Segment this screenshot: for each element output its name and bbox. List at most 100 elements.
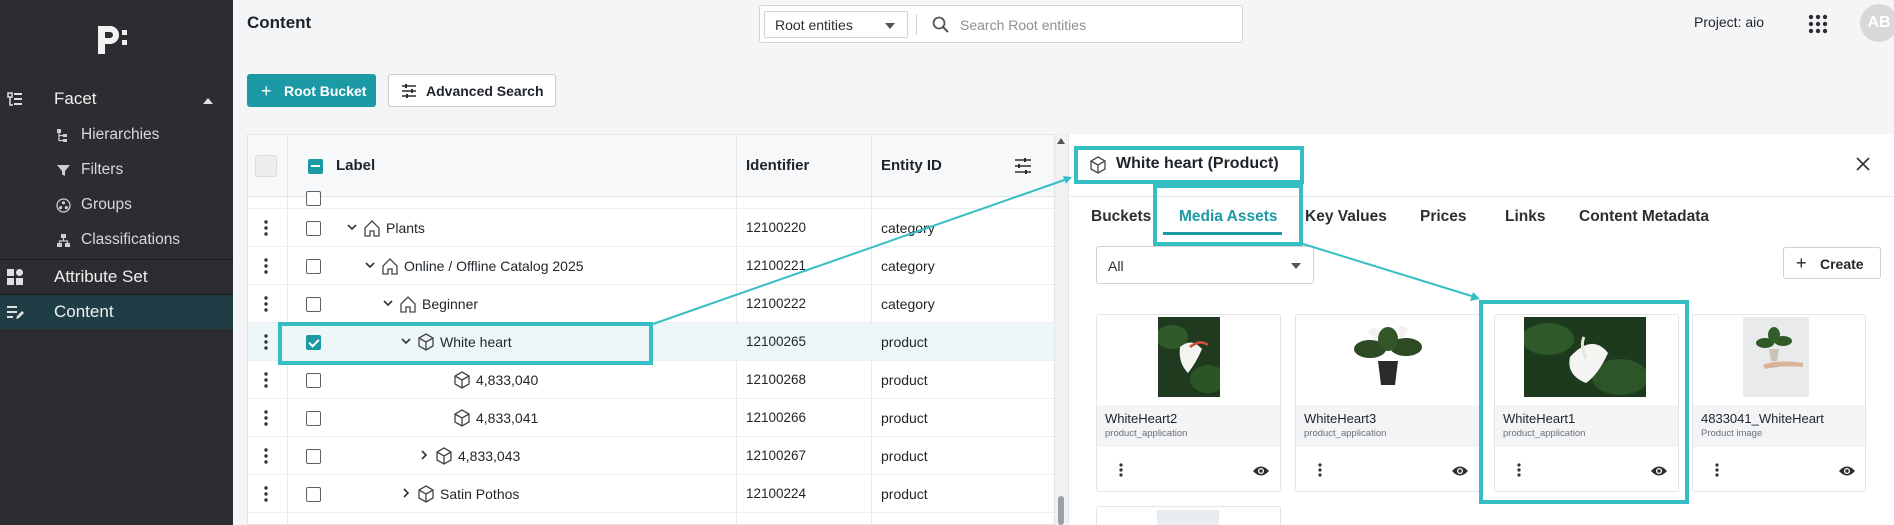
row-label: Online / Offline Catalog 2025 [404, 258, 584, 274]
row-checkbox[interactable] [306, 221, 321, 236]
row-checkbox[interactable] [306, 259, 321, 274]
row-label: Satin Pothos [440, 486, 520, 502]
row-entity-id: product [881, 448, 928, 464]
column-header-entity-id[interactable]: Entity ID [881, 157, 942, 174]
more-vertical-icon[interactable] [264, 486, 268, 502]
facet-icon [7, 92, 22, 106]
close-icon[interactable] [1855, 156, 1871, 172]
column-settings-icon[interactable] [1014, 157, 1032, 175]
page-title: Content [247, 13, 312, 32]
chevron-down-icon[interactable] [347, 222, 357, 232]
category-home-icon [382, 258, 398, 275]
scroll-up-icon[interactable] [1057, 138, 1065, 144]
tab-buckets[interactable]: Buckets [1091, 208, 1151, 226]
advanced-search-button[interactable]: Advanced Search [388, 74, 556, 107]
search-input[interactable] [960, 12, 1230, 38]
row-label: Plants [386, 220, 425, 236]
chevron-right-icon[interactable] [419, 450, 429, 460]
table-row[interactable]: Online / Offline Catalog 2025 12100221 cat… [248, 247, 1054, 285]
root-bucket-label: Root Bucket [284, 83, 367, 99]
sidebar-subitem-filters[interactable]: Filters [0, 153, 233, 187]
row-checkbox[interactable] [306, 191, 321, 206]
category-home-icon [364, 220, 380, 237]
row-label: 4,833,040 [476, 372, 539, 388]
table-row[interactable]: 4,833,041 12100266 product [248, 399, 1054, 437]
asset-title: WhiteHeart3 [1304, 411, 1377, 426]
table-scrollbar[interactable] [1055, 134, 1067, 525]
sidebar-item-facet[interactable]: Facet [0, 82, 233, 116]
category-home-icon [400, 296, 416, 313]
row-identifier: 12100221 [746, 258, 807, 273]
asset-thumbnail [1157, 510, 1219, 525]
more-vertical-icon[interactable] [1715, 463, 1719, 477]
column-header-identifier[interactable]: Identifier [746, 157, 809, 174]
tab-key-values[interactable]: Key Values [1305, 208, 1387, 226]
scrollbar-thumb[interactable] [1058, 496, 1064, 525]
drag-handle-icon[interactable] [255, 155, 277, 177]
row-identifier: 12100222 [746, 296, 807, 311]
table-row[interactable]: 4,833,043 12100267 product [248, 437, 1054, 475]
attribute-set-icon [7, 269, 23, 285]
more-vertical-icon[interactable] [264, 334, 268, 350]
asset-title: WhiteHeart2 [1105, 411, 1178, 426]
more-vertical-icon[interactable] [1119, 463, 1123, 477]
row-identifier: 12100265 [746, 334, 807, 349]
select-all-checkbox[interactable] [308, 159, 323, 174]
eye-icon[interactable] [1252, 464, 1270, 478]
table-row[interactable]: Beginner 12100222 category [248, 285, 1054, 323]
asset-meta: WhiteHeart3 product_application [1296, 405, 1479, 447]
asset-thumbnail [1743, 317, 1809, 397]
project-label[interactable]: Project: aio [1694, 14, 1764, 30]
eye-icon[interactable] [1838, 464, 1856, 478]
sidebar-subitem-hierarchies[interactable]: Hierarchies [0, 118, 233, 152]
row-label: 4,833,043 [458, 448, 521, 464]
row-checkbox[interactable] [306, 373, 321, 388]
more-vertical-icon[interactable] [264, 258, 268, 274]
entity-type-select[interactable]: Root entities [764, 11, 908, 38]
row-checkbox[interactable] [306, 411, 321, 426]
collapse-caret-icon[interactable] [203, 98, 213, 104]
sidebar-subitem-groups[interactable]: Groups [0, 188, 233, 222]
chevron-right-icon[interactable] [401, 488, 411, 498]
column-header-label[interactable]: Label [336, 157, 375, 174]
eye-icon[interactable] [1451, 464, 1469, 478]
more-vertical-icon[interactable] [264, 220, 268, 236]
sidebar-item-content[interactable]: Content [0, 295, 233, 329]
tab-prices[interactable]: Prices [1420, 208, 1467, 226]
tab-content-metadata[interactable]: Content Metadata [1579, 208, 1709, 226]
tab-links[interactable]: Links [1505, 208, 1545, 226]
media-asset-card[interactable]: WhiteHeart3 product_application [1295, 314, 1480, 492]
chevron-down-icon[interactable] [383, 298, 393, 308]
more-vertical-icon[interactable] [264, 410, 268, 426]
row-checkbox[interactable] [306, 449, 321, 464]
row-entity-id: product [881, 334, 928, 350]
table-row[interactable]: Plants 12100220 category [248, 209, 1054, 247]
create-label: Create [1820, 256, 1864, 272]
apps-grid-icon[interactable] [1808, 14, 1828, 34]
asset-meta: WhiteHeart2 product_application [1097, 405, 1280, 447]
chevron-down-icon [1291, 263, 1301, 269]
sidebar-item-label: Attribute Set [54, 267, 148, 286]
search-icon [932, 16, 949, 33]
row-checkbox[interactable] [306, 297, 321, 312]
avatar[interactable]: AB [1860, 4, 1894, 42]
more-vertical-icon[interactable] [264, 448, 268, 464]
media-asset-card[interactable]: 4833041_WhiteHeart Product image [1692, 314, 1866, 492]
row-label: 4,833,041 [476, 410, 539, 426]
media-asset-card[interactable]: WhiteHeart2 product_application [1096, 314, 1281, 492]
create-button[interactable]: + Create [1783, 247, 1881, 279]
more-vertical-icon[interactable] [264, 296, 268, 312]
chevron-down-icon[interactable] [365, 260, 375, 270]
more-vertical-icon[interactable] [1318, 463, 1322, 477]
sidebar-item-attribute-set[interactable]: Attribute Set [0, 260, 233, 294]
media-filter-select[interactable]: All [1096, 246, 1314, 284]
table-row[interactable]: 4,833,040 12100268 product [248, 361, 1054, 399]
asset-type: product_application [1304, 428, 1387, 439]
media-asset-card-partial[interactable] [1096, 506, 1281, 525]
row-checkbox[interactable] [306, 487, 321, 502]
sidebar-subitem-classifications[interactable]: Classifications [0, 223, 233, 257]
classification-icon [57, 234, 70, 247]
more-vertical-icon[interactable] [264, 372, 268, 388]
table-row[interactable]: Satin Pothos 12100224 product [248, 475, 1054, 513]
root-bucket-button[interactable]: + Root Bucket [247, 74, 376, 107]
